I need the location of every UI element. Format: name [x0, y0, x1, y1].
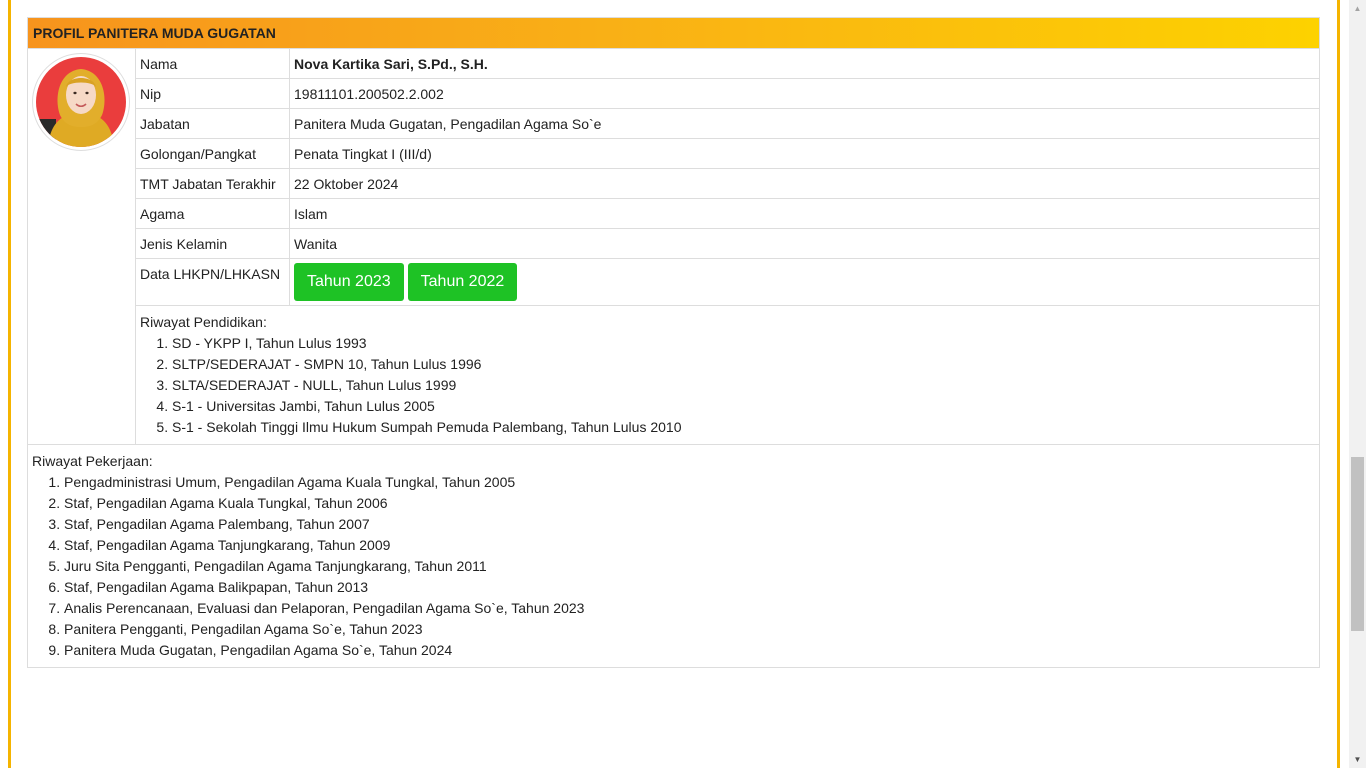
field-row-lhkpn: Data LHKPN/LHKASN Tahun 2023 Tahun 2022 [136, 259, 1319, 306]
field-label: Nama [136, 49, 290, 78]
lhkpn-2022-button[interactable]: Tahun 2022 [407, 263, 518, 301]
vertical-scrollbar[interactable]: ▲ ▼ [1349, 0, 1366, 768]
jenis-kelamin-value: Wanita [294, 236, 338, 252]
education-title: Riwayat Pendidikan: [140, 314, 267, 330]
work-list: Pengadministrasi Umum, Pengadilan Agama … [32, 472, 1319, 661]
list-item: Panitera Muda Gugatan, Pengadilan Agama … [64, 640, 1319, 661]
list-item: SLTA/SEDERAJAT - NULL, Tahun Lulus 1999 [172, 375, 1319, 396]
profile-panel: PROFIL PANITERA MUDA GUGATAN Nama Nova K… [27, 17, 1320, 668]
agama-value: Islam [294, 206, 328, 222]
info-column: Nama Nova Kartika Sari, S.Pd., S.H. Nip … [136, 49, 1319, 444]
field-label: Nip [136, 79, 290, 108]
work-history: Riwayat Pekerjaan: Pengadministrasi Umum… [28, 444, 1319, 667]
left-accent-border [8, 0, 11, 768]
education-history: Riwayat Pendidikan: SD - YKPP I, Tahun L… [136, 306, 1319, 444]
photo-column [28, 49, 136, 444]
field-label: TMT Jabatan Terakhir [136, 169, 290, 198]
field-row-tmt: TMT Jabatan Terakhir 22 Oktober 2024 [136, 169, 1319, 199]
lhkpn-2023-button[interactable]: Tahun 2023 [294, 263, 404, 301]
tmt-value: 22 Oktober 2024 [294, 176, 399, 192]
field-label: Jabatan [136, 109, 290, 138]
nip-value: 19811101.200502.2.002 [294, 86, 444, 102]
golongan-value: Penata Tingkat I (III/d) [294, 146, 432, 162]
list-item: Juru Sita Pengganti, Pengadilan Agama Ta… [64, 556, 1319, 577]
education-list: SD - YKPP I, Tahun Lulus 1993 SLTP/SEDER… [140, 333, 1319, 438]
page: PROFIL PANITERA MUDA GUGATAN Nama Nova K… [0, 0, 1366, 768]
jabatan-value: Panitera Muda Gugatan, Pengadilan Agama … [294, 116, 602, 132]
field-row-jabatan: Jabatan Panitera Muda Gugatan, Pengadila… [136, 109, 1319, 139]
list-item: Staf, Pengadilan Agama Palembang, Tahun … [64, 514, 1319, 535]
list-item: Analis Perencanaan, Evaluasi dan Pelapor… [64, 598, 1319, 619]
avatar-image [36, 57, 126, 147]
field-row-agama: Agama Islam [136, 199, 1319, 229]
list-item: Pengadministrasi Umum, Pengadilan Agama … [64, 472, 1319, 493]
field-label: Agama [136, 199, 290, 228]
scroll-down-arrow-icon[interactable]: ▼ [1349, 751, 1366, 768]
panel-title: PROFIL PANITERA MUDA GUGATAN [33, 25, 276, 41]
list-item: Staf, Pengadilan Agama Kuala Tungkal, Ta… [64, 493, 1319, 514]
name-value: Nova Kartika Sari, S.Pd., S.H. [294, 56, 488, 72]
right-accent-border [1337, 0, 1340, 768]
list-item: Staf, Pengadilan Agama Balikpapan, Tahun… [64, 577, 1319, 598]
scroll-up-arrow-icon[interactable]: ▲ [1349, 0, 1366, 17]
panel-header: PROFIL PANITERA MUDA GUGATAN [28, 18, 1319, 48]
field-label: Golongan/Pangkat [136, 139, 290, 168]
list-item: Panitera Pengganti, Pengadilan Agama So`… [64, 619, 1319, 640]
field-row-nama: Nama Nova Kartika Sari, S.Pd., S.H. [136, 49, 1319, 79]
scrollbar-thumb[interactable] [1351, 457, 1364, 631]
work-title: Riwayat Pekerjaan: [32, 453, 153, 469]
list-item: SD - YKPP I, Tahun Lulus 1993 [172, 333, 1319, 354]
list-item: Staf, Pengadilan Agama Tanjungkarang, Ta… [64, 535, 1319, 556]
field-label: Jenis Kelamin [136, 229, 290, 258]
lhkpn-buttons: Tahun 2023 Tahun 2022 [290, 259, 1319, 305]
avatar [36, 57, 126, 147]
list-item: S-1 - Sekolah Tinggi Ilmu Hukum Sumpah P… [172, 417, 1319, 438]
profile-section: Nama Nova Kartika Sari, S.Pd., S.H. Nip … [28, 48, 1319, 444]
field-row-golongan: Golongan/Pangkat Penata Tingkat I (III/d… [136, 139, 1319, 169]
field-row-jenis-kelamin: Jenis Kelamin Wanita [136, 229, 1319, 259]
avatar-frame [32, 53, 130, 151]
field-label: Data LHKPN/LHKASN [136, 259, 290, 305]
list-item: SLTP/SEDERAJAT - SMPN 10, Tahun Lulus 19… [172, 354, 1319, 375]
field-row-nip: Nip 19811101.200502.2.002 [136, 79, 1319, 109]
list-item: S-1 - Universitas Jambi, Tahun Lulus 200… [172, 396, 1319, 417]
